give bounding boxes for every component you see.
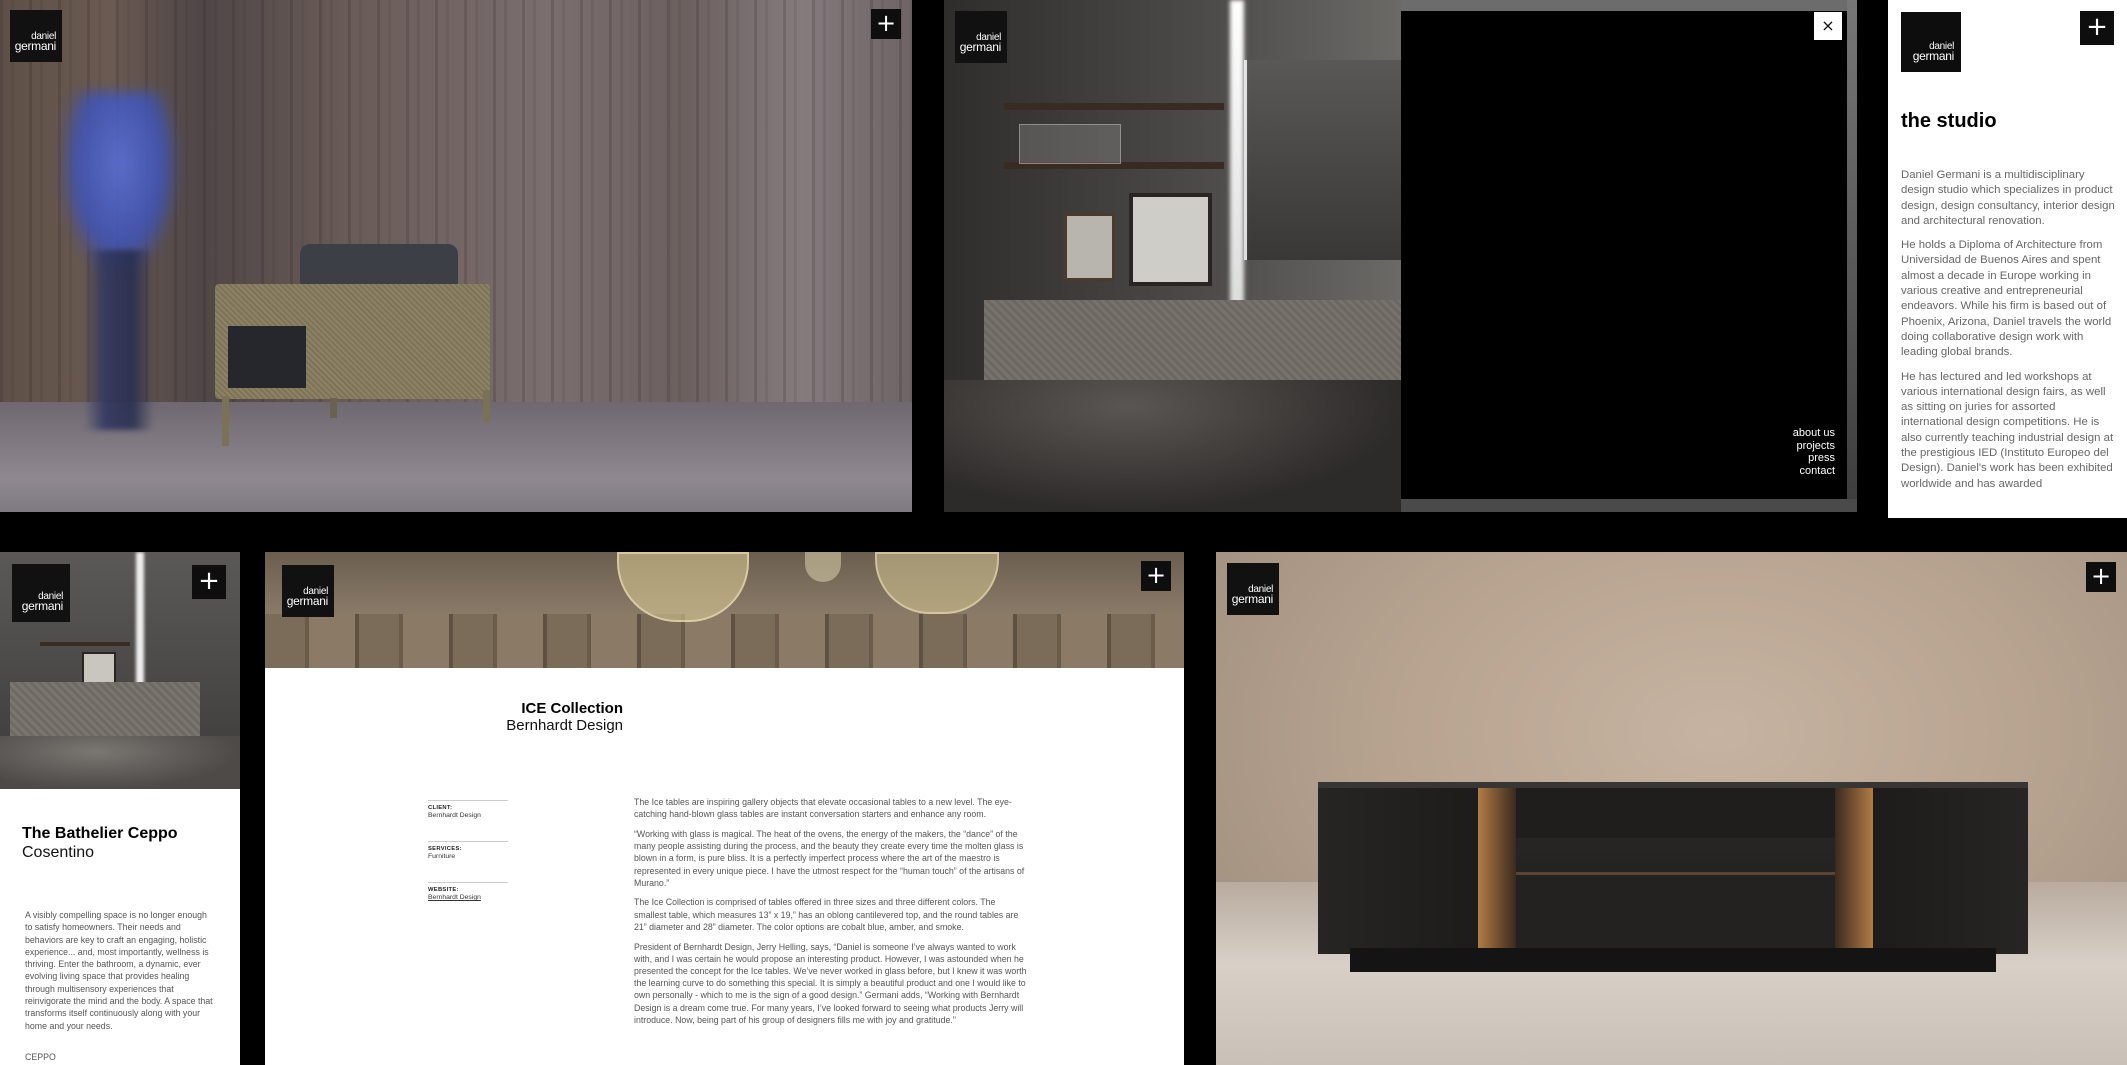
logo-line-2: germani [286,594,329,608]
expand-button[interactable]: + [2080,11,2114,45]
brand-logo[interactable]: daniel germani [1227,563,1279,615]
logo-line-2: germani [14,39,57,53]
menu-overlay-panel[interactable]: daniel germani × about us projects press… [944,0,1857,512]
stone-counter [984,300,1404,388]
cabinet-drawer [1516,872,1835,957]
cabinet-shelf [1516,788,1835,838]
description-paragraph: The Ice tables are inspiring gallery obj… [634,797,1012,820]
bathroom-floor [944,380,1404,512]
project-description: The Ice tables are inspiring gallery obj… [634,796,1027,1033]
website-link[interactable]: Bernhardt Design [428,894,508,901]
logo-line-2: germani [1231,592,1274,606]
menu-item-contact[interactable]: contact [1793,465,1835,478]
description-paragraph: President of Bernhardt Design, Jerry Hel… [634,941,1027,1025]
cabinet-door [1873,788,2028,954]
plus-icon: + [875,9,897,37]
meta-services: SERVICES: Furniture [428,841,508,870]
meta-label: SERVICES: [428,846,462,852]
plus-icon: + [198,566,220,596]
expand-button[interactable]: + [2086,562,2116,592]
cabinet-light-slot [1835,788,1873,954]
chair-leg [222,396,229,446]
meta-client: CLIENT: Bernhardt Design [428,800,508,829]
wall-shelf [1004,103,1224,110]
studio-paragraph: He has lectured and led workshops at var… [1901,370,2114,490]
brand-logo[interactable]: daniel germani [955,11,1007,63]
project-title: The Bathelier Ceppo [22,825,178,842]
cabinet-door [1318,788,1478,954]
glass-table [805,552,841,582]
meta-website: WEBSITE: Bernhardt Design [428,882,508,911]
studio-title: the studio [1901,110,1997,132]
brand-logo[interactable]: daniel germani [10,10,62,62]
blurred-person-legs [84,250,154,430]
chair-leg [483,390,490,422]
studio-paragraph: Daniel Germani is a multidisciplinary de… [1901,169,2115,227]
studio-paragraph: He holds a Diploma of Architecture from … [1901,239,2112,359]
menu-item-about-us[interactable]: about us [1793,427,1835,440]
meta-label: CLIENT: [428,805,453,811]
expand-button[interactable]: + [192,565,226,599]
bathroom-floor [0,736,240,789]
project-panel-bathelier[interactable]: daniel germani + The Bathelier Ceppo Cos… [0,552,240,1065]
project-title: ICE Collection [521,700,623,717]
stone-surface [265,614,1184,668]
logo-line-2: germani [959,40,1002,54]
project-panel-chair[interactable]: daniel germani + [0,0,912,512]
light-strip [136,552,144,692]
cabinet-light-slot [1478,788,1516,954]
meta-value: Bernhardt Design [428,812,481,819]
expand-button[interactable]: + [871,9,901,39]
brand-logo[interactable]: daniel germani [282,565,334,617]
chair-cushion [228,326,306,388]
cabinet-plinth [1350,948,1996,972]
wall-shelf [40,642,130,646]
picture-frame [1064,213,1115,281]
logo-line-2: germani [1912,49,1955,63]
overlay-border [1401,499,1857,512]
plus-icon: + [2086,12,2108,42]
description-paragraph: The Ice Collection is comprised of table… [634,897,1019,932]
glass-jars [1019,124,1121,164]
plus-icon: + [1145,561,1167,589]
main-menu: about us projects press contact [1793,427,1835,477]
glass-table [617,552,749,622]
picture-frame [1129,193,1212,286]
blurred-person-figure [62,92,177,272]
sideboard-image [1318,782,2028,957]
stone-counter [10,682,200,736]
chair-leg [330,398,337,418]
studio-panel: daniel germani + the studio Daniel Germa… [1888,0,2127,518]
brand-logo[interactable]: daniel germani [1901,12,1961,72]
bathroom-mirror [1244,60,1407,260]
studio-body: Daniel Germani is a multidisciplinary de… [1901,168,2116,501]
menu-overlay [1401,11,1847,499]
project-panel-ice[interactable]: daniel germani + ICE Collection Bernhard… [265,552,1184,1065]
overlay-border [1847,0,1857,512]
overlay-border [1401,0,1857,11]
brand-logo[interactable]: daniel germani [12,564,70,622]
plus-icon: + [2090,562,2112,590]
glass-table [875,552,999,614]
menu-item-projects[interactable]: projects [1793,440,1835,453]
project-client: Cosentino [22,844,95,861]
project-tag: CEPPO [25,1052,56,1062]
meta-value: Furniture [428,853,456,860]
meta-label: WEBSITE: [428,887,459,893]
logo-line-2: germani [21,599,64,613]
ice-hero-image [265,552,1184,668]
close-menu-button[interactable]: × [1814,12,1842,40]
menu-item-press[interactable]: press [1793,452,1835,465]
project-meta: CLIENT: Bernhardt Design SERVICES: Furni… [428,800,508,923]
project-description: A visibly compelling space is no longer … [25,910,213,1031]
expand-button[interactable]: + [1141,561,1171,591]
project-panel-sideboard[interactable]: daniel germani + [1216,552,2127,1065]
description-paragraph: “Working with glass is magical. The heat… [634,828,1025,888]
project-client: Bernhardt Design [506,717,623,734]
close-icon: × [1821,16,1835,35]
